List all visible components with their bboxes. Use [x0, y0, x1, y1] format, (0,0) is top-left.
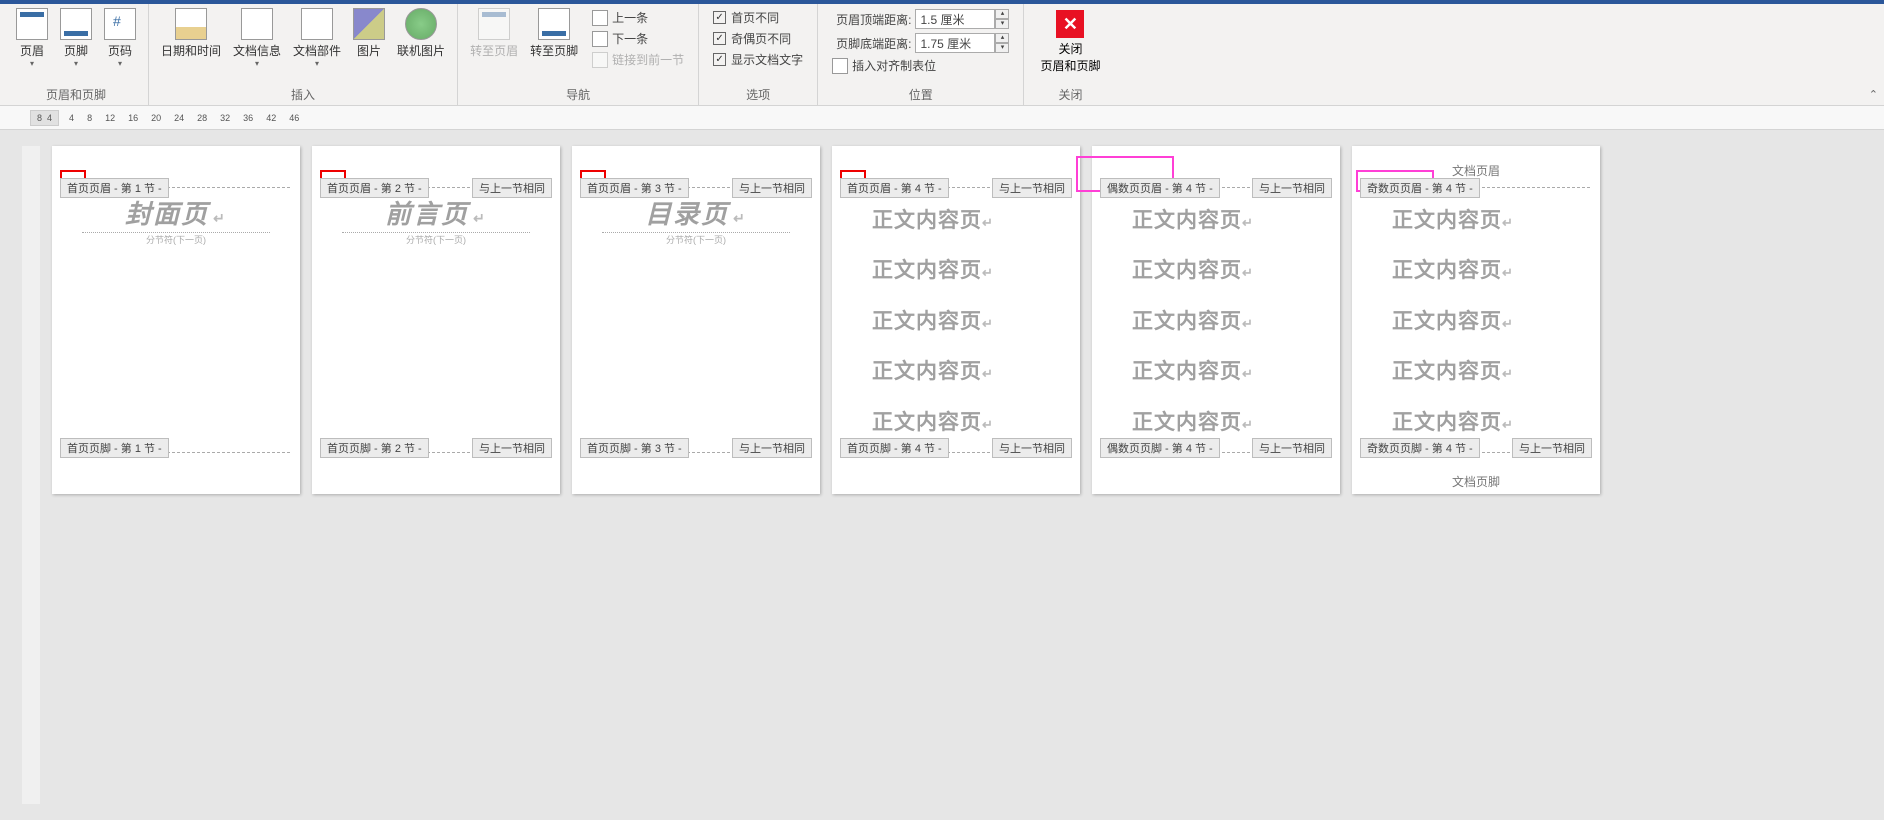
footer-tag-same-as-prev: 与上一节相同 [1512, 438, 1592, 458]
header-tag: 首页页眉 - 第 4 节 - [840, 178, 949, 198]
goto-footer-label: 转至页脚 [530, 42, 578, 59]
page-1[interactable]: 首页页眉 - 第 1 节 - 封面页↵ 分节符(下一页) 首页页脚 - 第 1 … [52, 146, 300, 494]
body-text: 正文内容页 [1392, 209, 1502, 232]
nav-prev[interactable]: 上一条 [588, 7, 688, 28]
picture-label: 图片 [357, 42, 381, 59]
footer-tag: 首页页脚 - 第 1 节 - [60, 438, 169, 458]
footer-tag: 首页页脚 - 第 2 节 - [320, 438, 429, 458]
header-tag-same-as-prev: 与上一节相同 [992, 178, 1072, 198]
group-label-close: 关闭 [1030, 84, 1110, 105]
footer-tag: 首页页脚 - 第 3 节 - [580, 438, 689, 458]
header-tag: 奇数页页眉 - 第 4 节 - [1360, 178, 1480, 198]
spin-up[interactable]: ▴ [995, 33, 1009, 43]
goto-header-button[interactable]: 转至页眉 [464, 6, 524, 61]
first-page-different[interactable]: ✓首页不同 [709, 7, 807, 28]
footer-distance-label: 页脚底端距离: [836, 35, 911, 52]
close-header-footer-button[interactable]: ✕ 关闭 页眉和页脚 [1030, 6, 1110, 78]
page-title-text: 前言页 [385, 199, 469, 229]
page-3[interactable]: 首页页眉 - 第 3 节 - 与上一节相同 目录页↵ 分节符(下一页) 首页页脚… [572, 146, 820, 494]
collapse-ribbon-icon[interactable]: ⌃ [1869, 88, 1878, 101]
datetime-label: 日期和时间 [161, 42, 221, 59]
header-label: 页眉 [20, 42, 44, 59]
page-title-text: 目录页 [645, 199, 729, 229]
spin-up[interactable]: ▴ [995, 9, 1009, 19]
group-label-options: 选项 [705, 84, 811, 105]
spin-down[interactable]: ▾ [995, 19, 1009, 29]
header-tag-same-as-prev: 与上一节相同 [1252, 178, 1332, 198]
docparts-label: 文档部件 [293, 42, 341, 59]
page-5[interactable]: 偶数页页眉 - 第 4 节 - 与上一节相同 正文内容页↵ 正文内容页↵ 正文内… [1092, 146, 1340, 494]
body-text: 正文内容页 [1132, 209, 1242, 232]
page-title-text: 封面页 [125, 199, 209, 229]
group-label-insert: 插入 [155, 84, 451, 105]
footer-tag: 首页页脚 - 第 4 节 - [840, 438, 949, 458]
docinfo-label: 文档信息 [233, 42, 281, 59]
group-label-header-footer: 页眉和页脚 [10, 84, 142, 105]
insert-align-tab[interactable]: 插入对齐制表位 [828, 55, 1013, 76]
group-label-nav: 导航 [464, 84, 692, 105]
group-label-position: 位置 [824, 84, 1017, 105]
footer-tag-same-as-prev: 与上一节相同 [732, 438, 812, 458]
page-2[interactable]: 首页页眉 - 第 2 节 - 与上一节相同 前言页↵ 分节符(下一页) 首页页脚… [312, 146, 560, 494]
pagenum-label: 页码 [108, 42, 132, 59]
footer-tag-same-as-prev: 与上一节相同 [992, 438, 1072, 458]
picture-button[interactable]: 图片 [347, 6, 391, 61]
show-doc-text[interactable]: ✓显示文档文字 [709, 49, 807, 70]
online-picture-button[interactable]: 联机图片 [391, 6, 451, 61]
section-break: 分节符(下一页) [602, 232, 790, 246]
spin-down[interactable]: ▾ [995, 43, 1009, 53]
header-tag: 偶数页页眉 - 第 4 节 - [1100, 178, 1220, 198]
odd-even-different[interactable]: ✓奇偶页不同 [709, 28, 807, 49]
goto-footer-button[interactable]: 转至页脚 [524, 6, 584, 61]
footer-tag: 偶数页页脚 - 第 4 节 - [1100, 438, 1220, 458]
footer-button[interactable]: 页脚▾ [54, 6, 98, 70]
section-break: 分节符(下一页) [342, 232, 530, 246]
docparts-button[interactable]: 文档部件▾ [287, 6, 347, 70]
page-6[interactable]: 文档页眉 奇数页页眉 - 第 4 节 - 正文内容页↵ 正文内容页↵ 正文内容页… [1352, 146, 1600, 494]
document-area[interactable]: 首页页眉 - 第 1 节 - 封面页↵ 分节符(下一页) 首页页脚 - 第 1 … [0, 130, 1884, 820]
header-distance-label: 页眉顶端距离: [836, 11, 911, 28]
vertical-ruler[interactable] [22, 146, 40, 804]
link-to-prev: 链接到前一节 [588, 49, 688, 70]
footer-tag-same-as-prev: 与上一节相同 [472, 438, 552, 458]
docinfo-button[interactable]: 文档信息▾ [227, 6, 287, 70]
body-text: 正文内容页 [872, 209, 982, 232]
goto-header-label: 转至页眉 [470, 42, 518, 59]
footer-content-text: 文档页脚 [1352, 473, 1600, 490]
section-break: 分节符(下一页) [82, 232, 270, 246]
horizontal-ruler[interactable]: 8 4 4 8 12 16 20 24 28 32 36 42 46 [0, 106, 1884, 130]
header-distance-input[interactable]: 1.5 厘米 [915, 9, 995, 29]
footer-tag-same-as-prev: 与上一节相同 [1252, 438, 1332, 458]
footer-tag: 奇数页页脚 - 第 4 节 - [1360, 438, 1480, 458]
datetime-button[interactable]: 日期和时间 [155, 6, 227, 61]
footer-distance-input[interactable]: 1.75 厘米 [915, 33, 995, 53]
close-icon: ✕ [1056, 10, 1084, 38]
onlinepic-label: 联机图片 [397, 42, 445, 59]
page-4[interactable]: 首页页眉 - 第 4 节 - 与上一节相同 正文内容页↵ 正文内容页↵ 正文内容… [832, 146, 1080, 494]
nav-next[interactable]: 下一条 [588, 28, 688, 49]
page-number-button[interactable]: # 页码▾ [98, 6, 142, 70]
header-button[interactable]: 页眉▾ [10, 6, 54, 70]
footer-label: 页脚 [64, 42, 88, 59]
ribbon: 页眉▾ 页脚▾ # 页码▾ 页眉和页脚 日期和时间 文档信息▾ [0, 4, 1884, 106]
